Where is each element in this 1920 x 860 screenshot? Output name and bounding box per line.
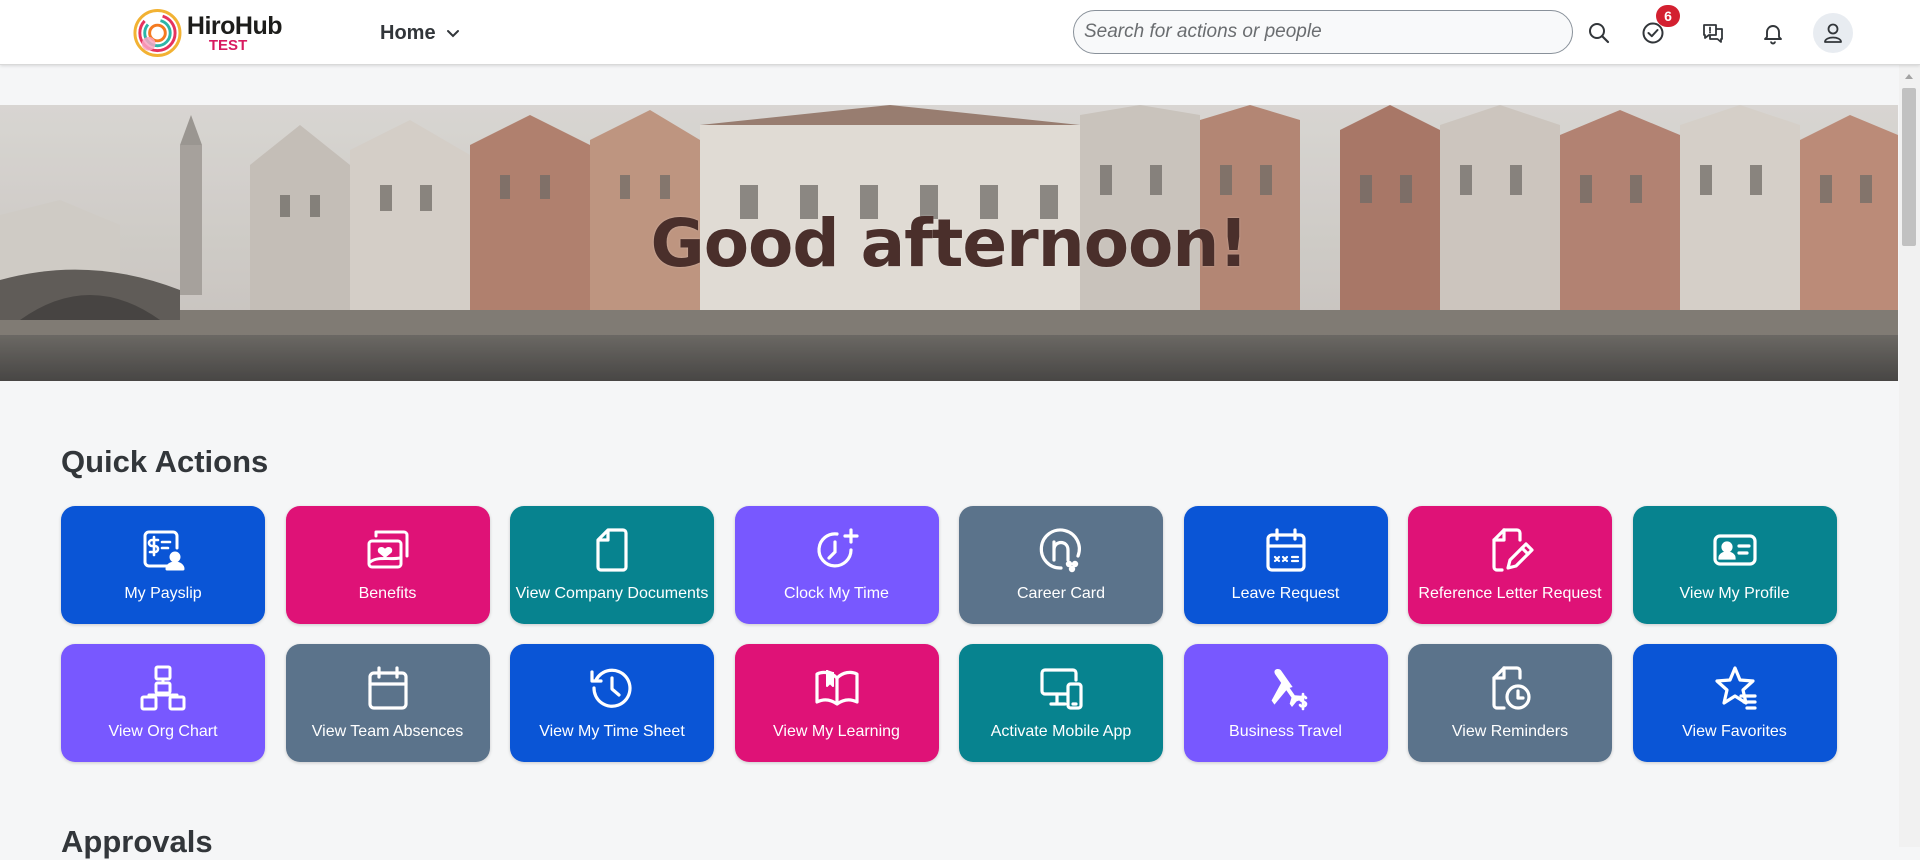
book-icon <box>814 670 859 706</box>
calendar-empty-icon <box>367 666 408 710</box>
tile-label: Business Travel <box>1229 723 1342 740</box>
document-icon <box>596 528 628 572</box>
user-avatar-button[interactable] <box>1813 13 1853 53</box>
history-icon <box>590 668 632 708</box>
home-nav-menu[interactable]: Home <box>380 18 460 48</box>
quick-action-tile[interactable]: Benefits <box>285 506 490 624</box>
quick-action-tile[interactable]: View Company Documents <box>510 506 714 624</box>
quick-action-tile[interactable]: Career Card <box>959 506 1163 624</box>
tile-label: Activate Mobile App <box>990 723 1132 740</box>
quick-action-tile[interactable]: View Team Absences <box>285 644 490 762</box>
quick-action-tile[interactable]: View Favorites <box>1632 644 1837 762</box>
feedback-button[interactable] <box>1695 15 1731 51</box>
search-field <box>1073 10 1573 54</box>
quick-actions-grid: My Payslip Benefits View Company Documen… <box>61 506 1838 762</box>
devices-icon <box>1040 668 1083 710</box>
travel-icon <box>1271 669 1307 711</box>
user-icon <box>1824 23 1842 43</box>
greeting-title: Good afternoon! <box>650 204 1249 282</box>
tile-label: View Org Chart <box>108 723 218 740</box>
quick-action-tile[interactable]: Business Travel <box>1183 644 1388 762</box>
nav-label: Home <box>380 21 436 44</box>
benefits-icon <box>367 530 408 569</box>
chevron-down-icon <box>446 30 459 38</box>
logo-mark-icon <box>133 9 182 57</box>
quick-action-tile[interactable]: My Payslip <box>61 506 265 624</box>
tile-label: View My Learning <box>773 723 900 740</box>
tile-label: View Reminders <box>1451 723 1569 740</box>
search-button[interactable] <box>1581 15 1617 51</box>
favorites-icon <box>1714 666 1757 710</box>
logo-environment: TEST <box>208 36 248 54</box>
bell-icon <box>1764 25 1782 45</box>
tile-label: Career Card <box>1016 585 1106 602</box>
logo-name: HiroHub <box>186 11 283 40</box>
top-header: HiroHub TEST Home 6 <box>0 0 1920 65</box>
org-chart-icon <box>140 665 186 711</box>
logo-text: HiroHub TEST <box>186 11 283 54</box>
calendar-icon <box>1265 528 1306 572</box>
quick-action-tile[interactable]: View Reminders <box>1408 644 1612 762</box>
tile-label: View Company Documents <box>515 585 709 602</box>
tasks-count-badge: 6 <box>1656 5 1680 27</box>
quick-action-tile[interactable]: Clock My Time <box>734 506 939 624</box>
tile-label: View Favorites <box>1682 723 1787 740</box>
search-icon <box>1589 23 1610 44</box>
quick-action-tile[interactable]: Reference Letter Request <box>1408 506 1612 624</box>
feedback-icon <box>1703 24 1723 43</box>
search-input[interactable] <box>1074 11 1572 53</box>
approvals-title: Approvals <box>61 824 213 859</box>
quick-action-tile[interactable]: View Org Chart <box>61 644 265 762</box>
hirohub-logo[interactable]: HiroHub TEST <box>132 6 283 60</box>
quick-action-tile[interactable]: View My Learning <box>734 644 939 762</box>
id-card-icon <box>1712 534 1757 566</box>
quick-action-tile[interactable]: Activate Mobile App <box>959 644 1163 762</box>
scrollbar-thumb[interactable] <box>1902 88 1916 246</box>
tile-label: My Payslip <box>124 585 202 602</box>
career-card-icon <box>1039 528 1081 573</box>
tile-label: Reference Letter Request <box>1418 585 1602 602</box>
quick-actions-title: Quick Actions <box>61 444 269 479</box>
document-edit-icon <box>1492 528 1534 572</box>
clock-add-icon <box>816 528 859 568</box>
tile-label: View My Time Sheet <box>539 723 685 740</box>
tile-label: Benefits <box>358 585 417 602</box>
reminder-icon <box>1492 666 1531 710</box>
tile-label: Leave Request <box>1231 585 1340 602</box>
notifications-button[interactable] <box>1755 15 1791 51</box>
tile-label: View Team Absences <box>311 723 464 740</box>
tile-label: View My Profile <box>1679 585 1790 602</box>
hero-banner: Good afternoon! <box>0 105 1898 381</box>
quick-action-tile[interactable]: View My Profile <box>1632 506 1837 624</box>
quick-action-tile[interactable]: View My Time Sheet <box>510 644 714 762</box>
payslip-icon <box>143 530 185 571</box>
scroll-up-icon[interactable] <box>1902 70 1916 82</box>
tile-label: Clock My Time <box>784 585 889 602</box>
quick-action-tile[interactable]: Leave Request <box>1183 506 1388 624</box>
